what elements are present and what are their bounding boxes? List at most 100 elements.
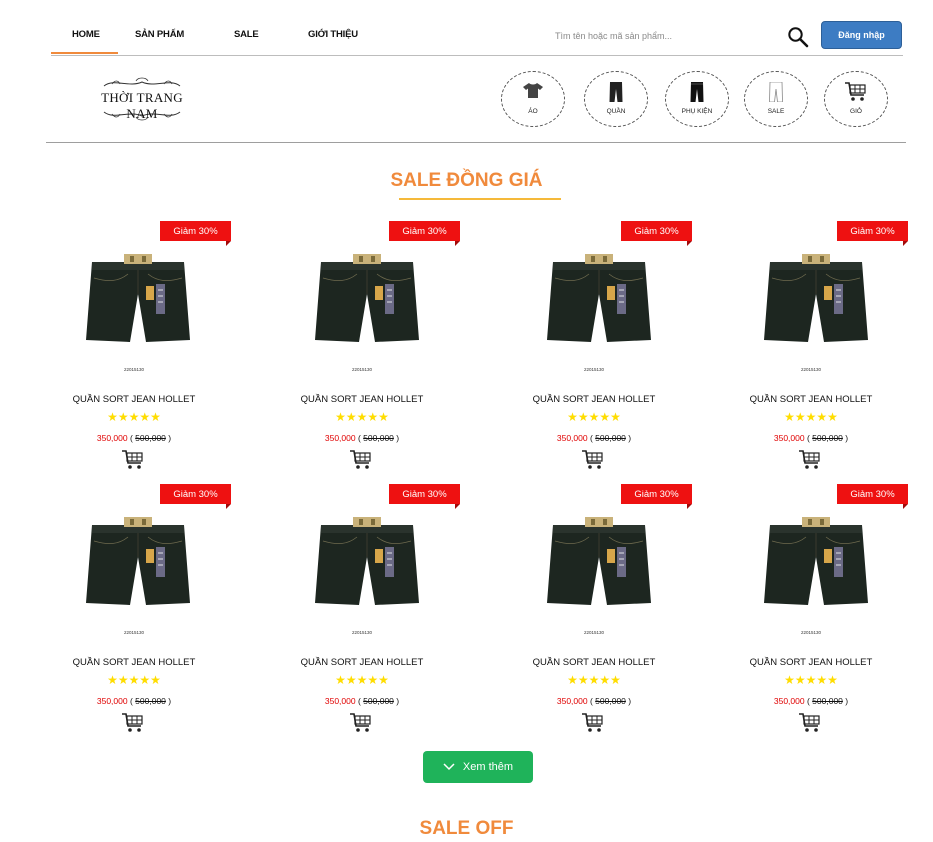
product-rating-stars: ★★★★★ <box>335 673 389 687</box>
top-nav: HOME SẢN PHẨM SALE GIỚI THIỆU Đăng nhập <box>51 0 903 56</box>
product-card[interactable]: 22015130 QUẦN SORT JEAN HOLLET ★★★★★ 350… <box>494 483 694 743</box>
product-sku: 22015130 <box>351 630 373 635</box>
badge-fold <box>687 241 692 246</box>
search-input[interactable] <box>551 24 789 48</box>
discount-badge-label: Giảm 30% <box>173 225 218 237</box>
product-price: 350,000 ( 500,000 ) <box>556 696 632 706</box>
product-card[interactable]: 22015130 QUẦN SORT JEAN HOLLET ★★★★★ 350… <box>34 220 234 480</box>
discount-badge-label: Giảm 30% <box>634 488 679 500</box>
badge-fold <box>226 241 231 246</box>
product-image[interactable]: 22015130 <box>494 511 694 641</box>
product-image[interactable]: 22015130 <box>262 511 462 641</box>
product-name[interactable]: QUẦN SORT JEAN HOLLET <box>262 394 462 405</box>
add-to-cart-button[interactable] <box>799 450 821 470</box>
cart-icon <box>582 713 604 737</box>
product-name[interactable]: QUẦN SORT JEAN HOLLET <box>34 394 234 405</box>
load-more-button[interactable]: Xem thêm <box>423 751 533 783</box>
product-sale-price: 350,000 <box>96 433 128 443</box>
login-button[interactable]: Đăng nhập <box>821 21 902 49</box>
product-card[interactable]: 22015130 QUẦN SORT JEAN HOLLET ★★★★★ 350… <box>494 220 694 480</box>
add-to-cart-button[interactable] <box>582 713 604 733</box>
discount-badge: Giảm 30% <box>621 221 692 246</box>
discount-badge: Giảm 30% <box>160 221 231 246</box>
discount-badge-label: Giảm 30% <box>402 225 447 237</box>
nav-active-underline <box>51 52 118 54</box>
product-name[interactable]: QUẦN SORT JEAN HOLLET <box>262 657 462 668</box>
product-image[interactable]: 22015130 <box>711 248 911 378</box>
product-image[interactable]: 22015130 <box>494 248 694 378</box>
accessory-pants-icon <box>690 82 704 102</box>
pants-icon <box>609 82 623 102</box>
product-rating-stars: ★★★★★ <box>784 410 838 424</box>
product-card[interactable]: 22015130 QUẦN SORT JEAN HOLLET ★★★★★ 350… <box>262 483 462 743</box>
product-sale-price: 350,000 <box>324 433 356 443</box>
category-cart[interactable]: GIỎ <box>824 71 888 127</box>
product-image[interactable]: 22015130 <box>711 511 911 641</box>
cart-icon <box>350 713 372 737</box>
product-sku: 22015130 <box>583 367 605 372</box>
product-card[interactable]: 22015130 QUẦN SORT JEAN HOLLET ★★★★★ 350… <box>711 220 911 480</box>
product-name[interactable]: QUẦN SORT JEAN HOLLET <box>34 657 234 668</box>
product-price: 350,000 ( 500,000 ) <box>773 433 849 443</box>
category-phu-kien[interactable]: PHỤ KIỆN <box>665 71 729 127</box>
search-button[interactable] <box>787 26 811 48</box>
discount-badge-label: Giảm 30% <box>173 488 218 500</box>
product-original-price: 500,000 <box>135 696 166 706</box>
discount-badge: Giảm 30% <box>389 484 460 509</box>
add-to-cart-button[interactable] <box>350 713 372 733</box>
discount-badge: Giảm 30% <box>837 221 908 246</box>
product-sku: 22015130 <box>800 367 822 372</box>
discount-badge: Giảm 30% <box>389 221 460 246</box>
product-sale-price: 350,000 <box>556 433 588 443</box>
discount-badge: Giảm 30% <box>621 484 692 509</box>
product-name[interactable]: QUẦN SORT JEAN HOLLET <box>711 657 911 668</box>
category-label: SALE <box>767 108 785 115</box>
add-to-cart-button[interactable] <box>582 450 604 470</box>
nav-item-home[interactable]: HOME <box>72 29 100 40</box>
discount-badge: Giảm 30% <box>837 484 908 509</box>
category-label: PHỤ KIỆN <box>681 108 713 115</box>
product-sku: 22015130 <box>123 630 145 635</box>
product-image[interactable]: 22015130 <box>262 248 462 378</box>
product-original-price: 500,000 <box>135 433 166 443</box>
add-to-cart-button[interactable] <box>350 450 372 470</box>
product-rating-stars: ★★★★★ <box>567 410 621 424</box>
cart-icon <box>799 713 821 737</box>
product-price: 350,000 ( 500,000 ) <box>96 433 172 443</box>
nav-item-sale[interactable]: SALE <box>234 29 259 40</box>
product-original-price: 500,000 <box>812 433 843 443</box>
add-to-cart-button[interactable] <box>122 713 144 733</box>
add-to-cart-button[interactable] <box>799 713 821 733</box>
product-price: 350,000 ( 500,000 ) <box>96 696 172 706</box>
nav-item-products[interactable]: SẢN PHẨM <box>135 29 184 40</box>
category-label: ÁO <box>528 108 538 115</box>
section-title-sale-dong-gia: SALE ĐỒNG GIÁ <box>390 170 543 191</box>
product-card[interactable]: 22015130 QUẦN SORT JEAN HOLLET ★★★★★ 350… <box>711 483 911 743</box>
category-ao[interactable]: ÁO <box>501 71 565 127</box>
product-name[interactable]: QUẦN SORT JEAN HOLLET <box>494 657 694 668</box>
product-image[interactable]: 22015130 <box>34 511 234 641</box>
product-original-price: 500,000 <box>595 696 626 706</box>
category-sale[interactable]: SALE <box>744 71 808 127</box>
discount-badge-label: Giảm 30% <box>402 488 447 500</box>
product-rating-stars: ★★★★★ <box>335 410 389 424</box>
product-rating-stars: ★★★★★ <box>567 673 621 687</box>
product-original-price: 500,000 <box>363 433 394 443</box>
product-name[interactable]: QUẦN SORT JEAN HOLLET <box>711 394 911 405</box>
section-title-underline <box>399 198 561 200</box>
product-sku: 22015130 <box>583 630 605 635</box>
product-card[interactable]: 22015130 QUẦN SORT JEAN HOLLET ★★★★★ 350… <box>34 483 234 743</box>
product-sale-price: 350,000 <box>773 433 805 443</box>
product-name[interactable]: QUẦN SORT JEAN HOLLET <box>494 394 694 405</box>
product-card[interactable]: 22015130 QUẦN SORT JEAN HOLLET ★★★★★ 350… <box>262 220 462 480</box>
add-to-cart-button[interactable] <box>122 450 144 470</box>
logo[interactable]: THỜI TRANG NAM <box>84 76 200 122</box>
product-sale-price: 350,000 <box>324 696 356 706</box>
product-sku: 22015130 <box>351 367 373 372</box>
product-image[interactable]: 22015130 <box>34 248 234 378</box>
category-quan[interactable]: QUẦN <box>584 71 648 127</box>
header-divider <box>46 142 906 143</box>
nav-item-about[interactable]: GIỚI THIỆU <box>308 29 358 40</box>
product-price: 350,000 ( 500,000 ) <box>324 433 400 443</box>
cart-icon <box>122 450 144 474</box>
